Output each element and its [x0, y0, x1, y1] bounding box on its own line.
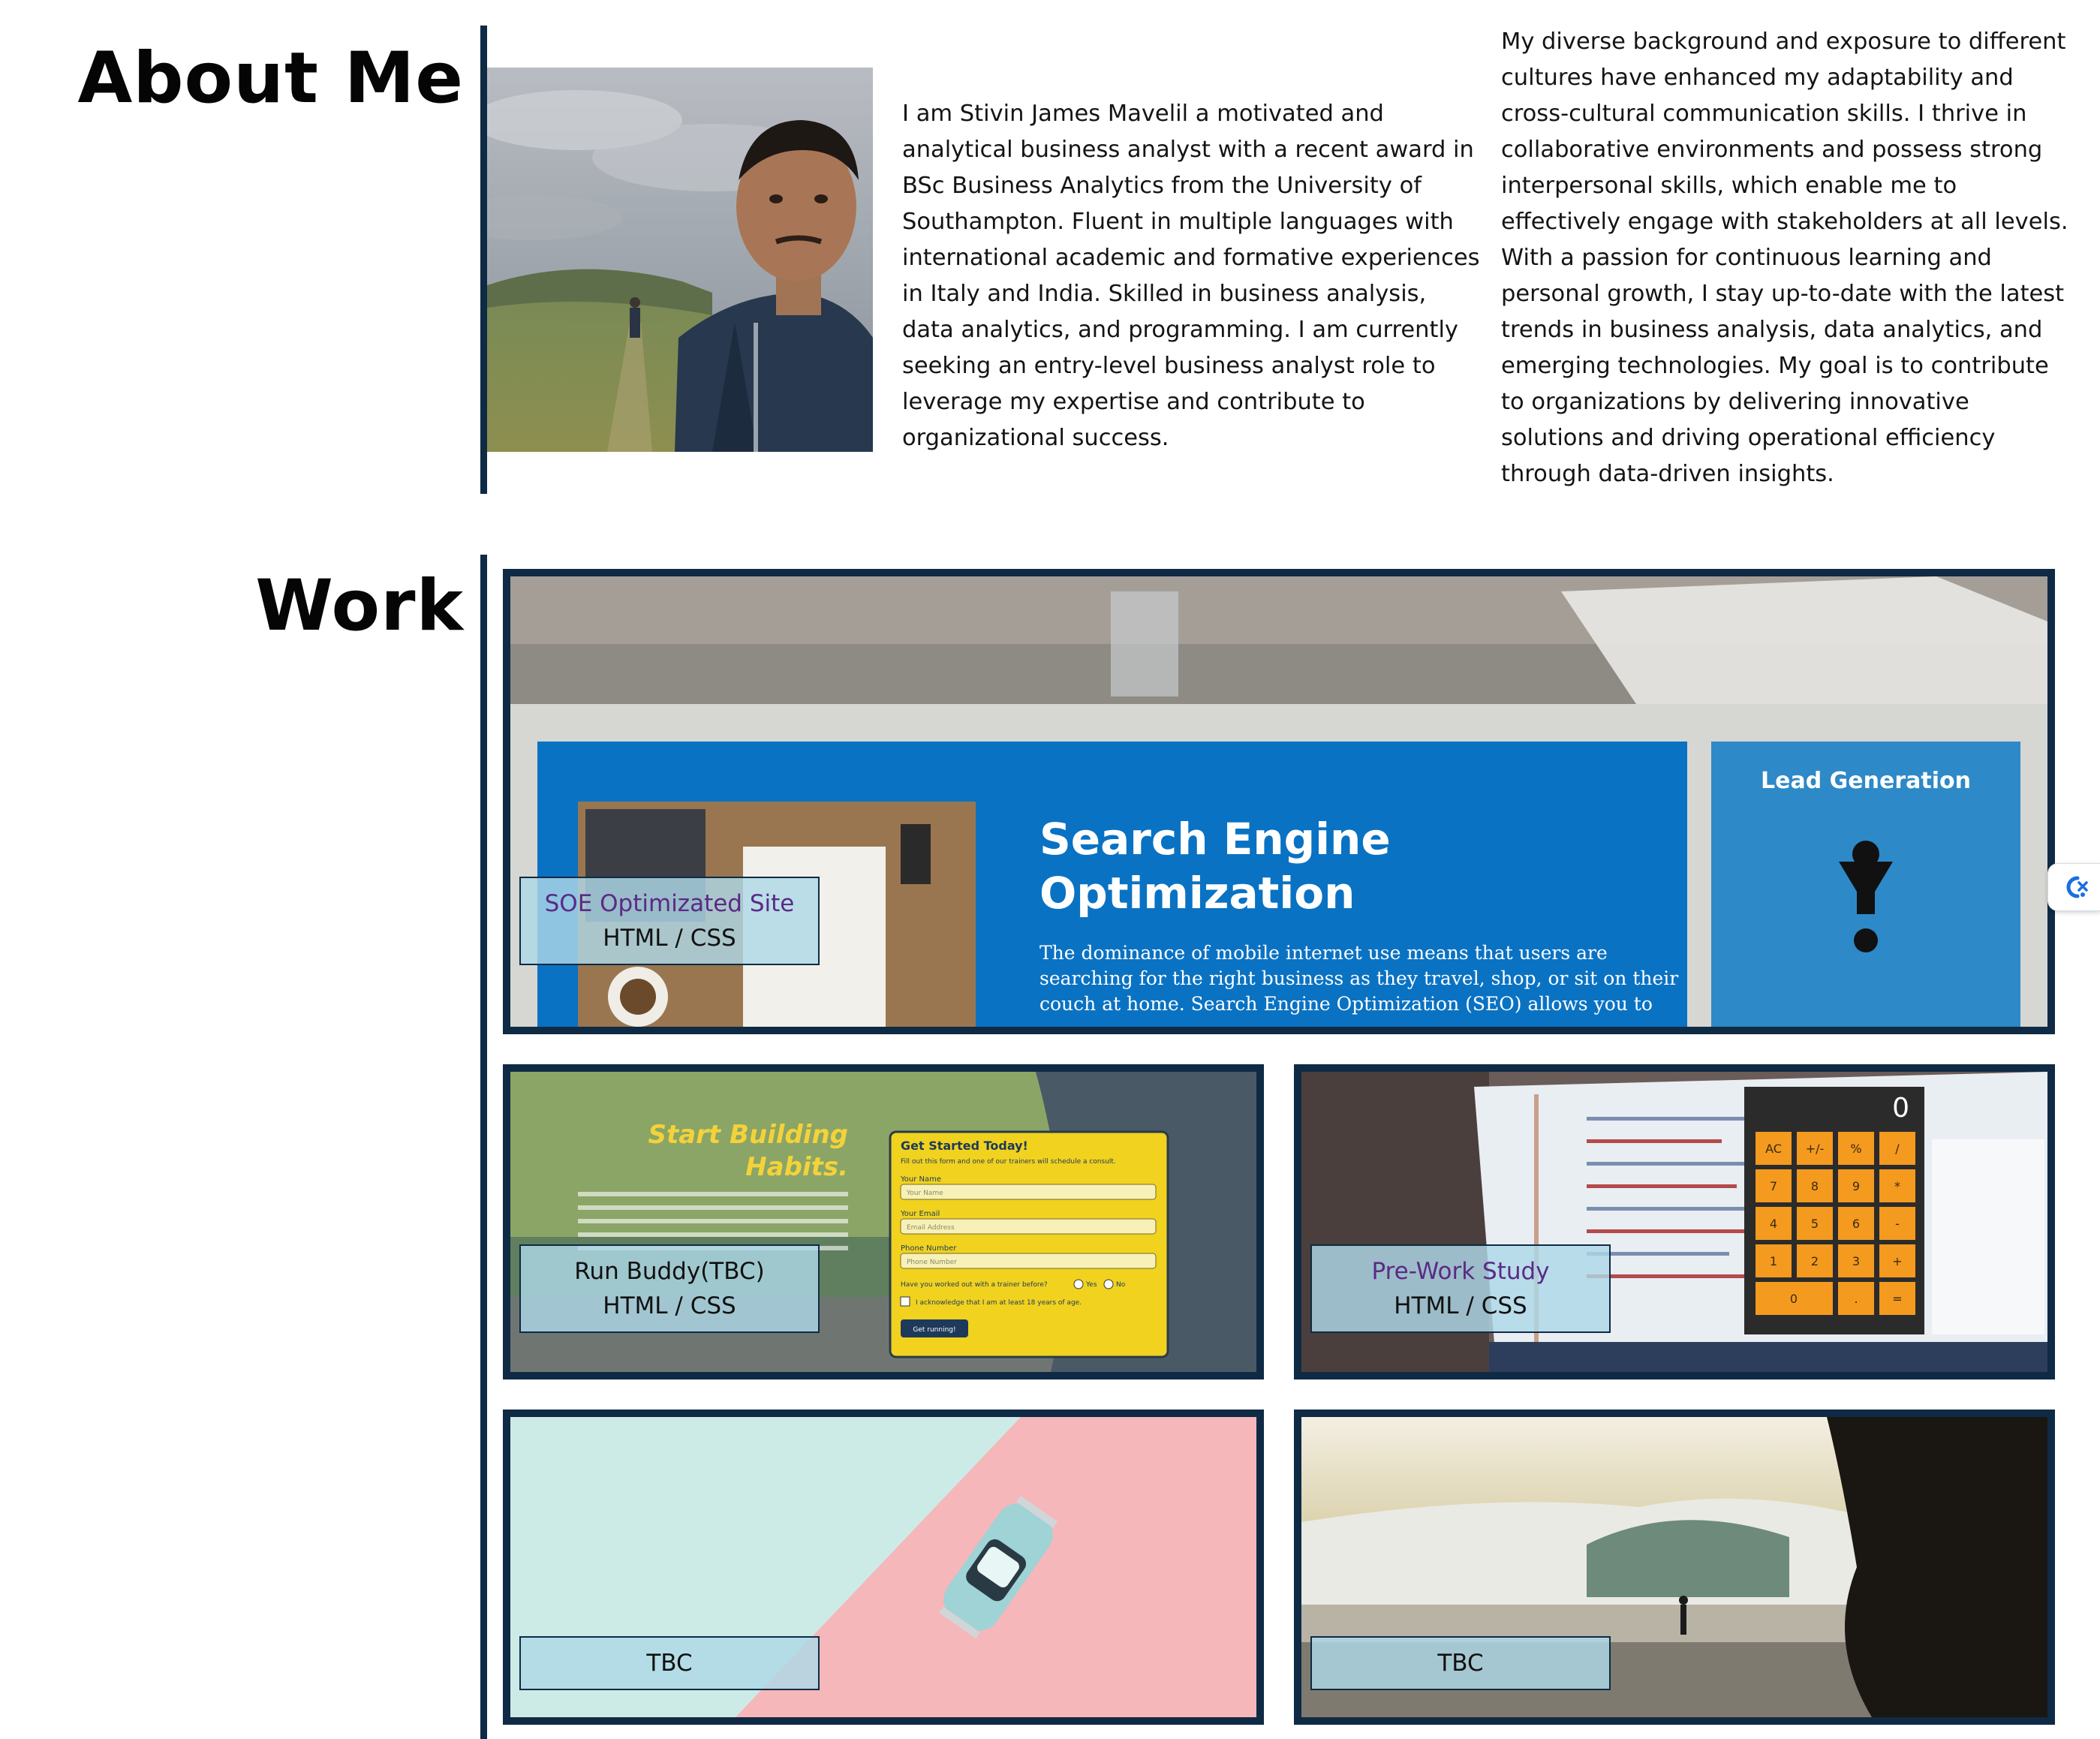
calc-key: =	[1892, 1292, 1902, 1306]
age-acknowledge: I acknowledge that I am at least 18 year…	[916, 1299, 1082, 1307]
calc-key: %	[1850, 1142, 1861, 1156]
calc-key: +	[1892, 1254, 1902, 1268]
project-title[interactable]: TBC	[1312, 1646, 1609, 1680]
calc-key: 8	[1811, 1179, 1819, 1193]
work-heading: Work	[255, 565, 464, 647]
calc-key: AC	[1765, 1142, 1782, 1156]
calc-key: /	[1895, 1142, 1900, 1156]
project-card-tbc-2[interactable]: TBC	[1294, 1410, 2055, 1725]
get-running-button: Get running!	[913, 1326, 955, 1334]
project-label-seo[interactable]: SOE Optimizated Site HTML / CSS	[519, 877, 820, 965]
project-label-run-buddy[interactable]: Run Buddy(TBC) HTML / CSS	[519, 1244, 820, 1333]
calc-key: 6	[1852, 1217, 1860, 1231]
calc-key: 5	[1811, 1217, 1819, 1231]
email-placeholder: Email Address	[907, 1224, 955, 1232]
seo-hero-text-2: searching for the right business as they…	[1039, 967, 1678, 989]
project-label-tbc-2[interactable]: TBC	[1310, 1636, 1611, 1690]
calc-key: 2	[1811, 1254, 1819, 1268]
project-card-seo[interactable]: Search Engine Optimization The dominance…	[503, 569, 2055, 1034]
about-heading: About Me	[77, 38, 464, 119]
run-buddy-headline-2: Habits.	[745, 1152, 848, 1182]
seo-side-title: Lead Generation	[1761, 768, 1971, 794]
yes-option: Yes	[1085, 1281, 1097, 1289]
phone-label: Phone Number	[901, 1244, 957, 1253]
profile-photo	[487, 68, 873, 452]
translate-icon	[2066, 876, 2088, 898]
project-tech: HTML / CSS	[1394, 1292, 1527, 1319]
project-title[interactable]: Run Buddy(TBC)	[521, 1254, 818, 1289]
calc-key: +/-	[1806, 1142, 1825, 1156]
bio-paragraph-1: I am Stivin James Mavelil a motivated an…	[902, 101, 1480, 451]
trainer-question: Have you worked out with a trainer befor…	[901, 1281, 1048, 1289]
calc-key: *	[1894, 1179, 1900, 1193]
calc-key: 9	[1852, 1179, 1860, 1193]
calc-key: 3	[1852, 1254, 1860, 1268]
run-buddy-headline-1: Start Building	[648, 1120, 848, 1150]
calc-display: 0	[1892, 1093, 1909, 1124]
email-label: Your Email	[900, 1210, 940, 1218]
project-label-prework[interactable]: Pre-Work Study HTML / CSS	[1310, 1244, 1611, 1333]
project-title-link[interactable]: SOE Optimizated Site	[521, 886, 818, 921]
project-title-link[interactable]: Pre-Work Study	[1312, 1254, 1609, 1289]
phone-placeholder: Phone Number	[907, 1259, 957, 1266]
name-label: Your Name	[900, 1175, 941, 1184]
calc-key: 4	[1770, 1217, 1777, 1231]
project-card-run-buddy[interactable]: Start Building Habits. Get Started Today…	[503, 1064, 1264, 1379]
seo-hero-text-1: The dominance of mobile internet use mea…	[1039, 942, 1608, 964]
calc-key: -	[1895, 1217, 1900, 1231]
calc-key: .	[1854, 1292, 1858, 1306]
seo-hero-title-2: Optimization	[1039, 868, 1355, 919]
form-title: Get Started Today!	[901, 1139, 1028, 1153]
seo-hero-title-1: Search Engine	[1039, 814, 1391, 865]
calc-key: 7	[1770, 1179, 1777, 1193]
project-tech: HTML / CSS	[603, 1292, 736, 1319]
seo-hero-text-3: couch at home. Search Engine Optimizatio…	[1039, 993, 1653, 1015]
about-divider	[480, 26, 487, 494]
name-placeholder: Your Name	[906, 1190, 943, 1197]
no-option: No	[1116, 1281, 1126, 1289]
translate-widget-button[interactable]	[2047, 863, 2100, 911]
project-title[interactable]: TBC	[521, 1646, 818, 1680]
form-subtitle: Fill out this form and one of our traine…	[901, 1158, 1116, 1166]
project-tech: HTML / CSS	[603, 925, 736, 952]
work-divider	[480, 555, 487, 1739]
project-card-tbc-1[interactable]: TBC	[503, 1410, 1264, 1725]
project-label-tbc-1[interactable]: TBC	[519, 1636, 820, 1690]
bio-paragraph-2: My diverse background and exposure to di…	[1501, 29, 2068, 487]
calc-key: 0	[1790, 1292, 1798, 1306]
calc-key: 1	[1770, 1254, 1777, 1268]
project-card-prework[interactable]: 0 AC +/-% / 7 8 9 * 4 5 6 - 1 2 3 +0. = Pre-Work Study …	[1294, 1064, 2055, 1379]
